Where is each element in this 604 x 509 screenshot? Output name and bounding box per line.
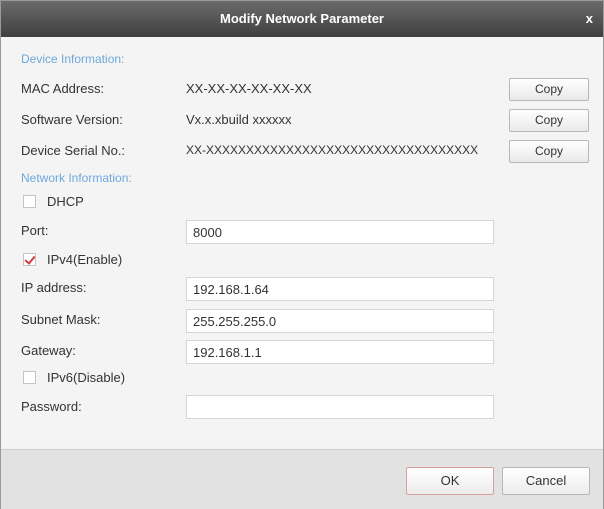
dhcp-label: DHCP	[47, 194, 84, 209]
serial-number-value: XX-XXXXXXXXXXXXXXXXXXXXXXXXXXXXXXXXXX	[186, 143, 479, 157]
ipv4-label: IPv4(Enable)	[47, 252, 123, 267]
dhcp-option[interactable]: DHCP	[23, 194, 84, 209]
gateway-label: Gateway:	[21, 343, 76, 358]
port-label: Port:	[21, 223, 49, 238]
cancel-button[interactable]: Cancel	[502, 467, 590, 495]
copy-mac-button[interactable]: Copy	[509, 78, 589, 101]
title-bar[interactable]: Modify Network Parameter x	[1, 1, 603, 37]
network-info-heading: Network Information:	[21, 171, 132, 185]
software-version-value: Vx.x.xbuild xxxxxx	[186, 112, 292, 127]
close-icon[interactable]: x	[586, 1, 593, 37]
ipv6-option[interactable]: IPv6(Disable)	[23, 370, 125, 385]
dialog-footer: OK Cancel	[1, 449, 603, 509]
mac-address-value: XX-XX-XX-XX-XX-XX	[186, 81, 312, 96]
ip-address-input[interactable]	[186, 277, 494, 301]
dialog-title: Modify Network Parameter	[220, 11, 384, 26]
copy-serial-button[interactable]: Copy	[509, 140, 589, 163]
modify-network-dialog: Modify Network Parameter x Device Inform…	[0, 0, 604, 509]
port-input[interactable]	[186, 220, 494, 244]
mac-address-label: MAC Address:	[21, 81, 105, 96]
dhcp-checkbox[interactable]	[23, 195, 36, 208]
serial-number-label: Device Serial No.:	[21, 143, 126, 158]
ipv4-checkbox[interactable]	[23, 253, 36, 266]
password-label: Password:	[21, 399, 82, 414]
copy-software-button[interactable]: Copy	[509, 109, 589, 132]
subnet-mask-input[interactable]	[186, 309, 494, 333]
ipv6-label: IPv6(Disable)	[47, 370, 126, 385]
device-info-heading: Device Information:	[21, 52, 125, 66]
ok-button[interactable]: OK	[406, 467, 494, 495]
ipv6-checkbox[interactable]	[23, 371, 36, 384]
gateway-input[interactable]	[186, 340, 494, 364]
dialog-content: Device Information: MAC Address: XX-XX-X…	[1, 37, 603, 449]
software-version-label: Software Version:	[21, 112, 123, 127]
password-input[interactable]	[186, 395, 494, 419]
ip-address-label: IP address:	[21, 280, 87, 295]
subnet-mask-label: Subnet Mask:	[21, 312, 101, 327]
ipv4-option[interactable]: IPv4(Enable)	[23, 252, 122, 267]
